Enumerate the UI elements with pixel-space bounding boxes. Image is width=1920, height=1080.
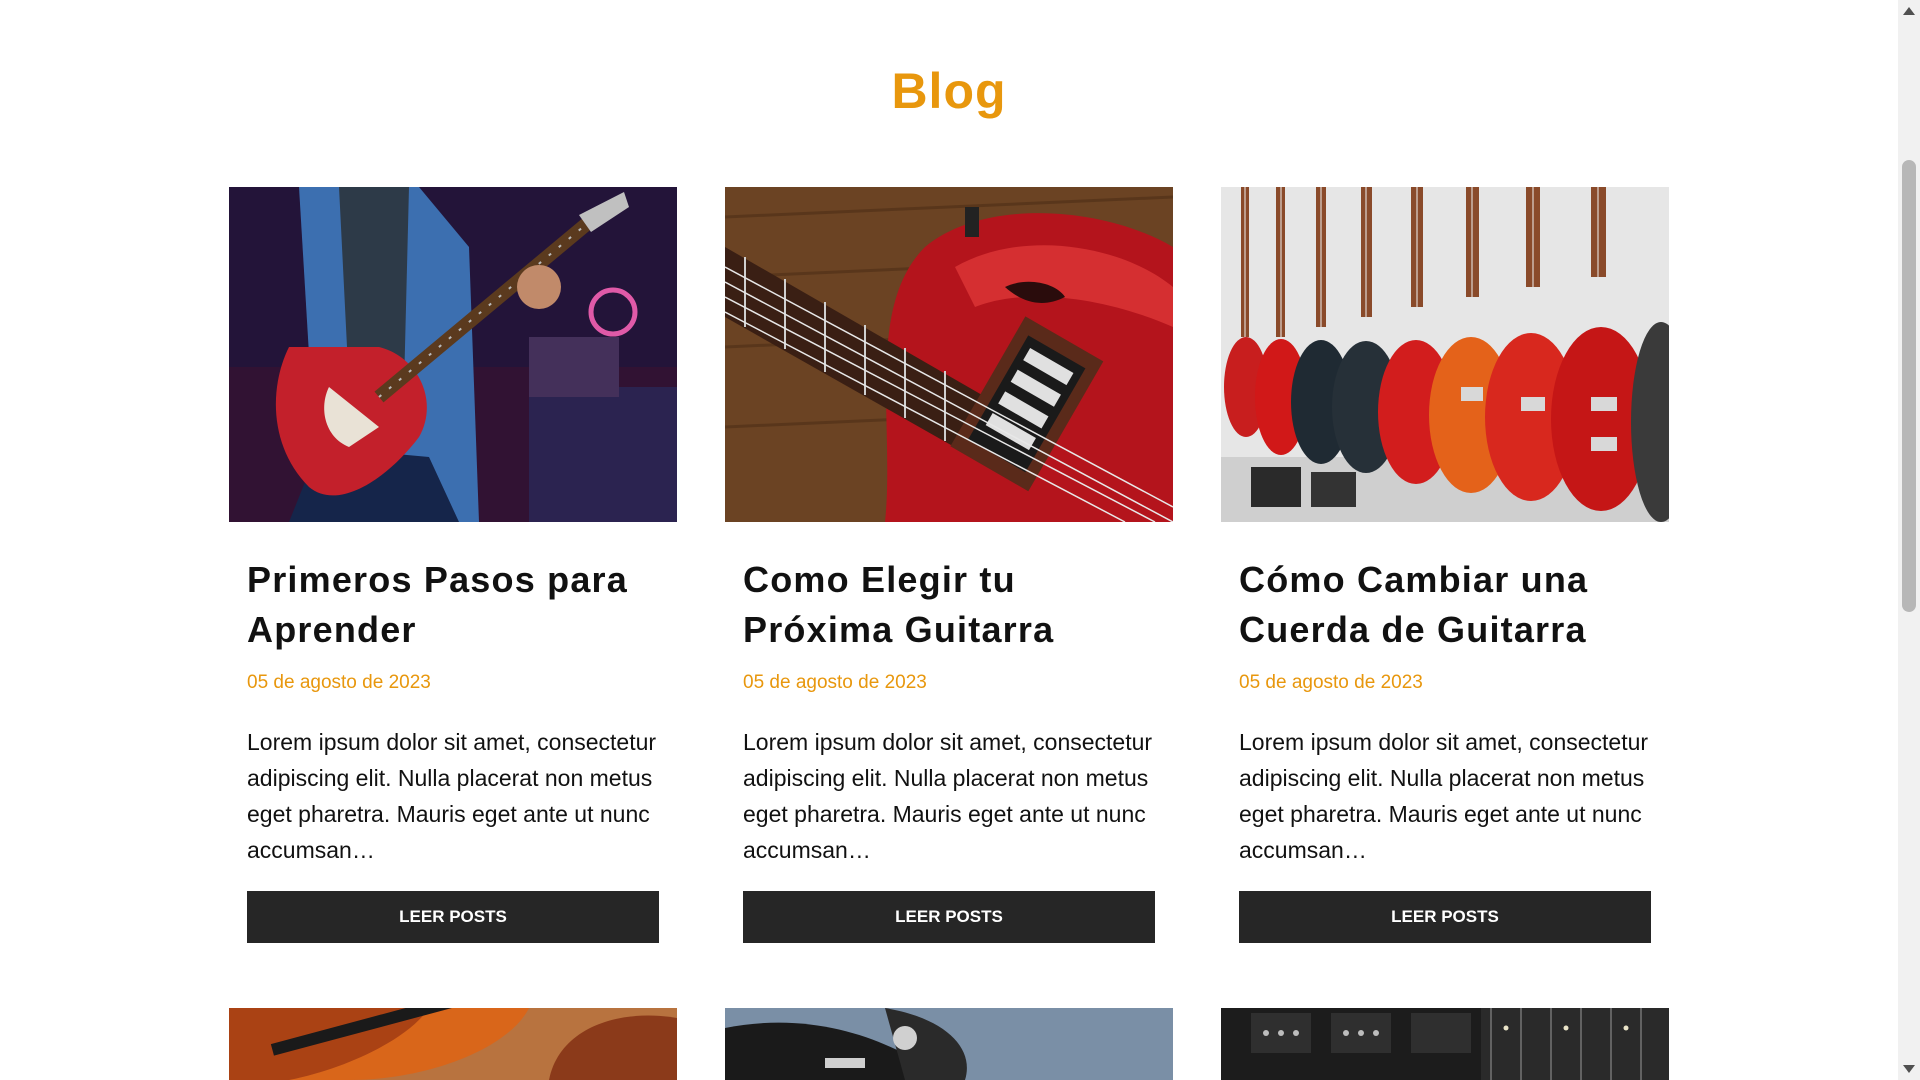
post-title[interactable]: Primeros Pasos para Aprender (247, 555, 677, 655)
read-post-button[interactable]: LEER POSTS (743, 891, 1155, 943)
section-title: Blog (891, 63, 1007, 119)
post-date: 05 de agosto de 2023 (247, 672, 431, 693)
post-image-black-guitar[interactable] (725, 1008, 1173, 1080)
read-post-button[interactable]: LEER POSTS (1239, 891, 1651, 943)
triangle-down-icon[interactable] (1898, 1058, 1920, 1080)
post-title[interactable]: Como Elegir tu Próxima Guitarra (743, 555, 1173, 655)
post-image-bass-guitar[interactable] (229, 1008, 677, 1080)
post-date: 05 de agosto de 2023 (743, 672, 927, 693)
vertical-scrollbar[interactable] (1898, 0, 1920, 1080)
scrollbar-thumb[interactable] (1902, 160, 1916, 612)
triangle-up-icon[interactable] (1898, 0, 1920, 22)
post-date: 05 de agosto de 2023 (1239, 672, 1423, 693)
page: Blog Primeros Pasos para Aprender 05 de … (0, 0, 1898, 1080)
post-excerpt: Lorem ipsum dolor sit amet, consectetur … (247, 729, 657, 863)
post-image-red-guitar[interactable] (725, 187, 1173, 522)
post-excerpt: Lorem ipsum dolor sit amet, consectetur … (743, 729, 1153, 863)
post-image-guitar-pickups[interactable] (1221, 1008, 1669, 1080)
post-title[interactable]: Cómo Cambiar una Cuerda de Guitarra (1239, 555, 1669, 655)
post-image-guitarist[interactable] (229, 187, 677, 522)
post-excerpt: Lorem ipsum dolor sit amet, consectetur … (1239, 729, 1649, 863)
post-image-guitar-store[interactable] (1221, 187, 1669, 522)
read-post-button[interactable]: LEER POSTS (247, 891, 659, 943)
